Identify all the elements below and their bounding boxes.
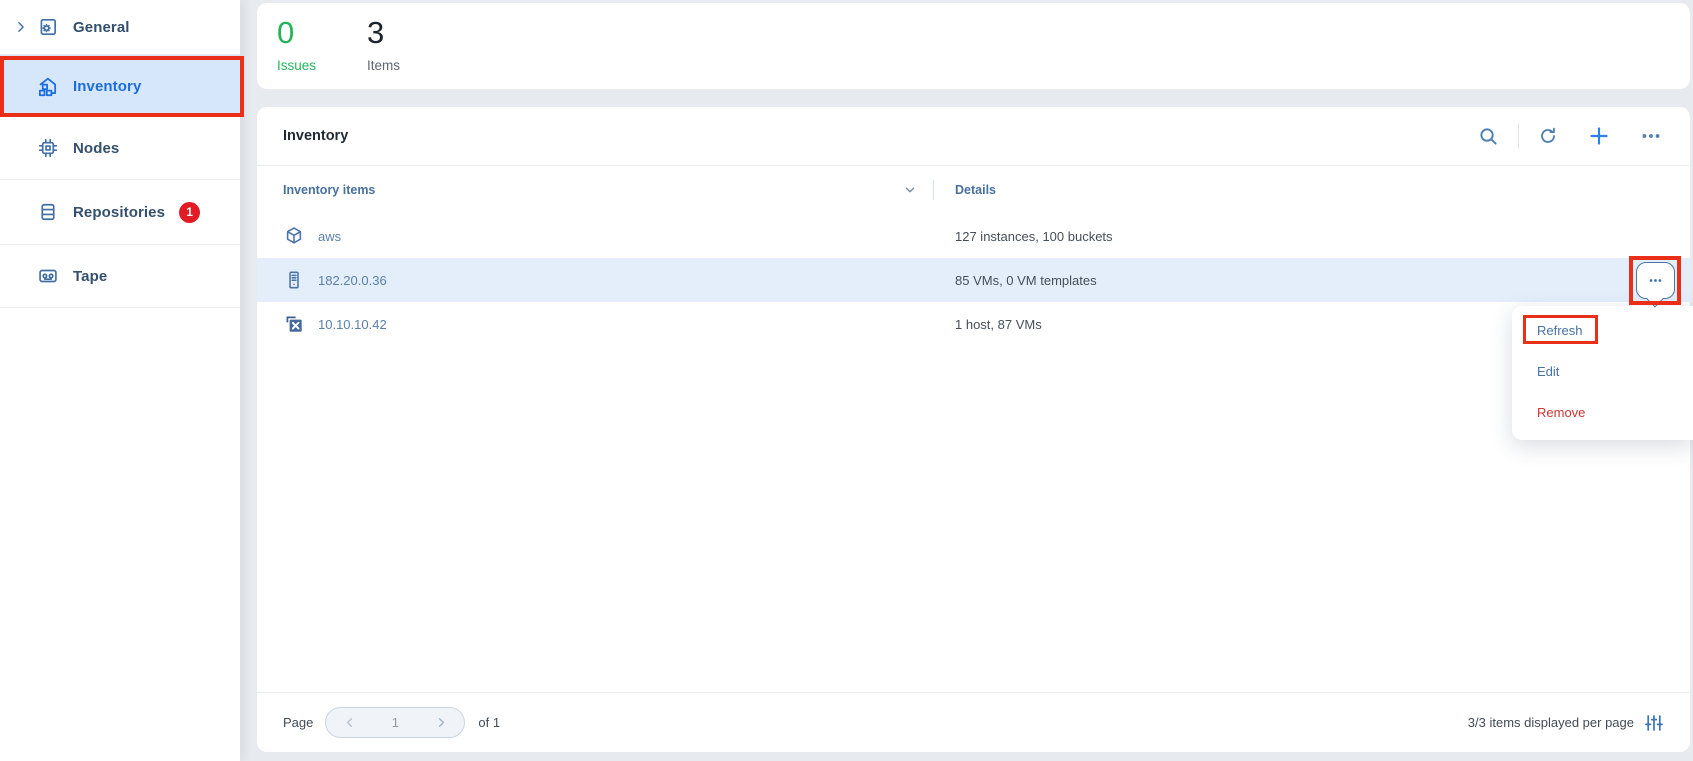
issues-value: 0 [277, 18, 367, 48]
row-name-link[interactable]: aws [318, 229, 341, 244]
tape-icon [36, 265, 60, 287]
menu-item-edit[interactable]: Edit [1512, 351, 1693, 392]
page-selector: 1 [325, 707, 465, 738]
esx-host-icon [283, 313, 305, 335]
general-settings-icon [36, 16, 60, 38]
summary-stats-card: 0 Issues 3 Items [257, 3, 1690, 89]
sidebar-item-nodes[interactable]: Nodes [0, 117, 240, 180]
row-details: 85 VMs, 0 VM templates [933, 273, 1097, 288]
chevron-right-icon[interactable] [14, 20, 30, 34]
row-name-link[interactable]: 182.20.0.36 [318, 273, 387, 288]
refresh-icon[interactable] [1538, 126, 1558, 146]
column-header-items[interactable]: Inventory items [283, 183, 933, 197]
table-header: Inventory items Details [257, 166, 1690, 214]
previous-page-icon[interactable] [326, 715, 372, 730]
toolbar-divider [1518, 124, 1519, 148]
menu-item-refresh[interactable]: Refresh [1512, 310, 1693, 351]
panel-title: Inventory [283, 128, 348, 144]
menu-item-remove[interactable]: Remove [1512, 392, 1693, 433]
add-item-icon[interactable] [1588, 125, 1610, 147]
next-page-icon[interactable] [418, 715, 464, 730]
table-row-selected[interactable]: 182.20.0.36 85 VMs, 0 VM templates [257, 258, 1690, 302]
repositories-count-badge: 1 [179, 202, 200, 223]
sidebar-item-label: Nodes [73, 140, 119, 157]
panel-toolbar [1478, 124, 1662, 148]
items-value: 3 [367, 18, 457, 48]
server-icon [283, 269, 305, 291]
issues-stat[interactable]: 0 Issues [277, 18, 367, 73]
table-row[interactable]: 10.10.10.42 1 host, 87 VMs [257, 302, 1690, 346]
sidebar-item-label: General [73, 19, 130, 36]
page-of-label: of 1 [478, 715, 500, 730]
row-details: 1 host, 87 VMs [933, 317, 1042, 332]
sidebar-item-tape[interactable]: Tape [0, 245, 240, 308]
sidebar-item-label: Tape [73, 268, 107, 285]
more-options-icon[interactable] [1640, 125, 1662, 147]
row-context-menu: Refresh Edit Remove [1512, 306, 1693, 440]
column-label: Inventory items [283, 183, 375, 197]
page-label: Page [283, 715, 313, 730]
search-icon[interactable] [1478, 126, 1499, 147]
row-details: 127 instances, 100 buckets [933, 229, 1113, 244]
page-size-settings-icon[interactable] [1644, 713, 1664, 733]
row-name-link[interactable]: 10.10.10.42 [318, 317, 387, 332]
issues-label: Issues [277, 58, 367, 73]
sidebar-item-general[interactable]: General [0, 0, 240, 55]
panel-header: Inventory [257, 107, 1690, 166]
inventory-panel: Inventory Inventory items [257, 107, 1690, 752]
sidebar-item-inventory[interactable]: Inventory [0, 55, 240, 117]
sidebar: General Inventory Nodes [0, 0, 240, 761]
column-header-details[interactable]: Details [934, 183, 996, 197]
column-label: Details [955, 183, 996, 197]
repositories-icon [36, 201, 60, 223]
sidebar-item-repositories[interactable]: Repositories 1 [0, 180, 240, 245]
sidebar-item-label: Inventory [73, 78, 141, 95]
nodes-cpu-icon [36, 137, 60, 159]
pagination-bar: Page 1 of 1 3/3 items displayed per page [257, 692, 1690, 752]
table-row[interactable]: aws 127 instances, 100 buckets [257, 214, 1690, 258]
items-per-page-info: 3/3 items displayed per page [1468, 715, 1634, 730]
table-empty-space [257, 346, 1690, 692]
ellipsis-icon [1646, 271, 1665, 290]
sidebar-item-label: Repositories [73, 204, 165, 221]
items-stat[interactable]: 3 Items [367, 18, 457, 73]
chevron-down-icon[interactable] [903, 183, 917, 197]
inventory-icon [36, 75, 60, 97]
current-page-number[interactable]: 1 [372, 715, 418, 730]
cloud-cube-icon [283, 225, 305, 247]
items-label: Items [367, 58, 457, 73]
